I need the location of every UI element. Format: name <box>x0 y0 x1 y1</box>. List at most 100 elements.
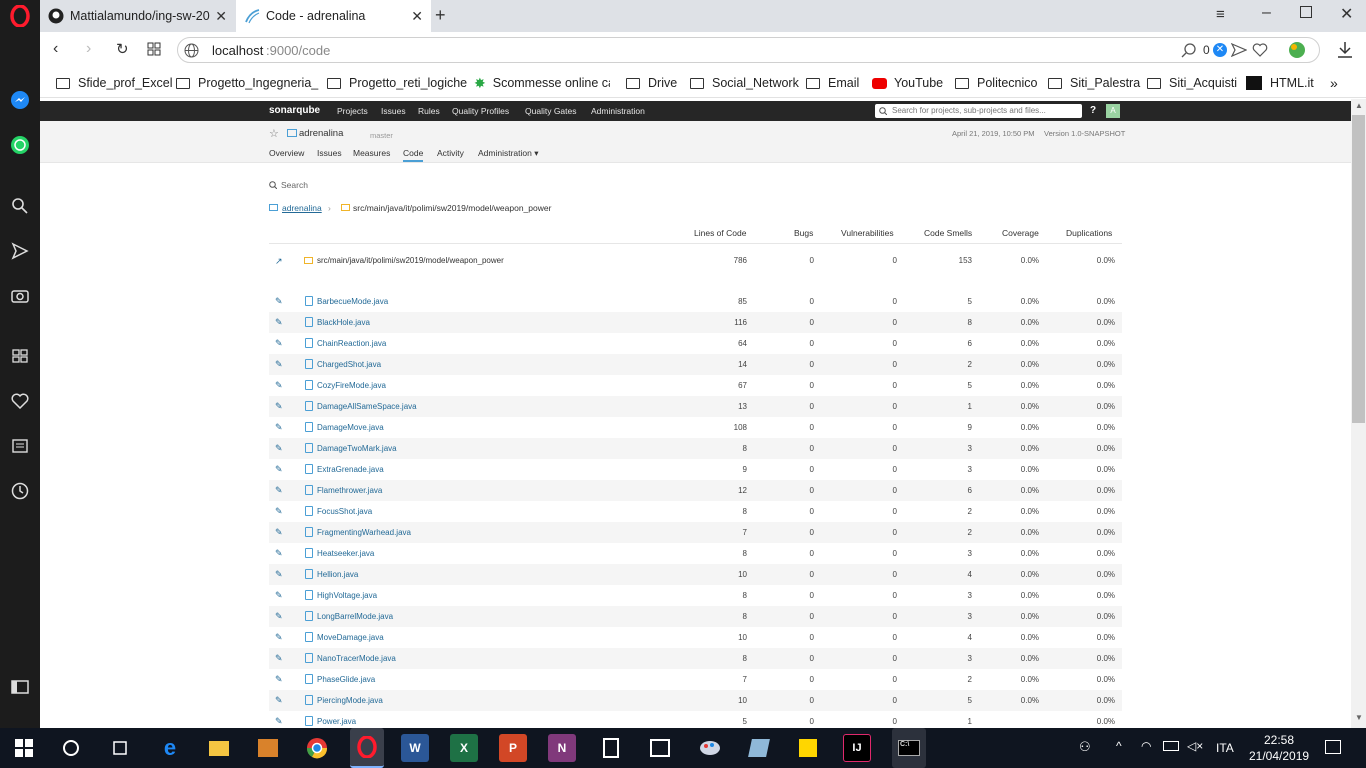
file-name-link[interactable]: BarbecueMode.java <box>317 297 388 306</box>
camera-icon[interactable] <box>8 283 32 307</box>
file-name-link[interactable]: FocusShot.java <box>317 507 372 516</box>
table-row[interactable]: ✎ Hellion.java 10 0 0 4 0.0% 0.0% <box>269 564 1122 585</box>
minimize-button[interactable]: – <box>1262 4 1271 22</box>
column-header-code-smells[interactable]: Code Smells <box>924 228 972 238</box>
cortana-icon[interactable] <box>57 734 85 762</box>
column-header-bugs[interactable]: Bugs <box>794 228 813 238</box>
nav-quality-profiles[interactable]: Quality Profiles <box>452 106 509 116</box>
file-name-link[interactable]: ChainReaction.java <box>317 339 386 348</box>
table-row[interactable]: ✎ FragmentingWarhead.java 7 0 0 2 0.0% 0.0% <box>269 522 1122 543</box>
table-row[interactable]: ✎ DamageAllSameSpace.java 13 0 0 1 0.0% 0.0% <box>269 396 1122 417</box>
tab-github[interactable]: Mattialamundo/ing-sw-20 ✕ <box>40 0 235 32</box>
excel-icon[interactable]: X <box>450 734 478 762</box>
file-explorer-icon[interactable] <box>205 734 233 762</box>
table-row[interactable]: ✎ NanoTracerMode.java 8 0 0 3 0.0% 0.0% <box>269 648 1122 669</box>
pin-icon[interactable]: ✎ <box>275 548 283 558</box>
pin-icon[interactable]: ✎ <box>275 590 283 600</box>
table-row[interactable]: ✎ LongBarrelMode.java 8 0 0 3 0.0% 0.0% <box>269 606 1122 627</box>
pin-icon[interactable]: ✎ <box>275 422 283 432</box>
windows-start-icon[interactable] <box>10 734 38 762</box>
table-row[interactable]: ✎ Flamethrower.java 12 0 0 6 0.0% 0.0% <box>269 480 1122 501</box>
table-row[interactable]: ✎ BarbecueMode.java 85 0 0 5 0.0% 0.0% <box>269 291 1122 312</box>
speed-dial-icon[interactable] <box>8 344 32 368</box>
sticky-notes-icon[interactable] <box>794 734 822 762</box>
breadcrumb-project[interactable]: adrenalina <box>282 203 322 213</box>
nav-projects[interactable]: Projects <box>337 106 368 116</box>
pin-icon[interactable]: ✎ <box>275 401 283 411</box>
battery-icon[interactable] <box>1163 741 1179 751</box>
clock-date[interactable]: 21/04/2019 <box>1249 749 1309 763</box>
task-view-icon[interactable] <box>106 734 134 762</box>
table-row[interactable]: ✎ ExtraGrenade.java 9 0 0 3 0.0% 0.0% <box>269 459 1122 480</box>
nav-rules[interactable]: Rules <box>418 106 440 116</box>
clock-time[interactable]: 22:58 <box>1264 733 1294 747</box>
file-name-link[interactable]: PhaseGlide.java <box>317 675 375 684</box>
nav-administration[interactable]: Administration <box>591 106 645 116</box>
reload-icon[interactable]: ↻ <box>116 40 129 58</box>
send-icon[interactable] <box>1231 43 1247 57</box>
pin-icon[interactable]: ✎ <box>275 359 283 369</box>
file-name-link[interactable]: Flamethrower.java <box>317 486 382 495</box>
heart-icon[interactable] <box>1252 43 1268 57</box>
pin-icon[interactable]: ✎ <box>275 317 283 327</box>
whatsapp-icon[interactable] <box>8 133 32 157</box>
file-name-link[interactable]: ExtraGrenade.java <box>317 465 384 474</box>
summary-name[interactable]: src/main/java/it/polimi/sw2019/model/wea… <box>317 256 504 265</box>
bookmark-scommesse[interactable]: ✸ Scommesse online ca <box>474 74 610 92</box>
wifi-icon[interactable]: ◠ <box>1141 739 1151 753</box>
word-icon[interactable]: W <box>401 734 429 762</box>
pin-icon[interactable]: ✎ <box>275 674 283 684</box>
file-name-link[interactable]: NanoTracerMode.java <box>317 654 396 663</box>
column-header-coverage[interactable]: Coverage <box>1002 228 1039 238</box>
favorite-star-icon[interactable]: ☆ <box>269 127 279 140</box>
file-name-link[interactable]: DamageTwoMark.java <box>317 444 397 453</box>
tab-code[interactable]: Code <box>403 148 424 162</box>
bookmark-politecnico[interactable]: Politecnico <box>955 74 1037 92</box>
file-name-link[interactable]: PiercingMode.java <box>317 696 383 705</box>
table-row[interactable]: ✎ MoveDamage.java 10 0 0 4 0.0% 0.0% <box>269 627 1122 648</box>
tray-expand-icon[interactable]: ^ <box>1116 739 1122 753</box>
table-row[interactable]: ✎ CozyFireMode.java 67 0 0 5 0.0% 0.0% <box>269 375 1122 396</box>
chrome-icon[interactable] <box>303 734 331 762</box>
table-row[interactable]: ✎ HighVoltage.java 8 0 0 3 0.0% 0.0% <box>269 585 1122 606</box>
history-icon[interactable] <box>8 479 32 503</box>
table-row[interactable]: ✎ DamageTwoMark.java 8 0 0 3 0.0% 0.0% <box>269 438 1122 459</box>
bookmark-siti-palestra[interactable]: Siti_Palestra <box>1048 74 1140 92</box>
bookmark-email[interactable]: Email <box>806 74 859 92</box>
messenger-icon[interactable] <box>8 88 32 112</box>
bookmark-sfide-prof-excel[interactable]: Sfide_prof_Excel <box>56 74 173 92</box>
pin-icon[interactable]: ✎ <box>275 464 283 474</box>
tabs-grid-icon[interactable] <box>147 42 161 61</box>
pin-icon[interactable]: ✎ <box>275 338 283 348</box>
calendar-icon[interactable] <box>646 734 674 762</box>
pin-icon[interactable]: ✎ <box>275 527 283 537</box>
table-row[interactable]: ✎ DamageMove.java 108 0 0 9 0.0% 0.0% <box>269 417 1122 438</box>
search-icon[interactable] <box>1181 42 1197 58</box>
pin-icon[interactable]: ✎ <box>275 485 283 495</box>
download-icon[interactable] <box>1337 41 1353 59</box>
file-name-link[interactable]: DamageMove.java <box>317 423 384 432</box>
sidebar-toggle-icon[interactable] <box>8 675 32 699</box>
url-field[interactable]: localhost :9000/code 0 ✕ <box>177 37 1320 63</box>
bookmark-progetto-reti-logiche[interactable]: Progetto_reti_logiche <box>327 74 467 92</box>
nav-issues[interactable]: Issues <box>381 106 406 116</box>
code-search-input[interactable]: Search <box>281 180 308 190</box>
people-icon[interactable]: ⚇ <box>1079 739 1091 755</box>
file-name-link[interactable]: FragmentingWarhead.java <box>317 528 411 537</box>
table-row[interactable]: ✎ Heatseeker.java 8 0 0 3 0.0% 0.0% <box>269 543 1122 564</box>
bookmark-htmlit[interactable]: HTML.it <box>1246 74 1314 92</box>
project-name[interactable]: adrenalina <box>299 128 343 139</box>
bookmarks-more-button[interactable]: » <box>1330 74 1338 92</box>
powerpoint-icon[interactable]: P <box>499 734 527 762</box>
news-icon[interactable] <box>8 434 32 458</box>
snipping-tool-icon[interactable] <box>745 734 773 762</box>
action-center-icon[interactable] <box>1325 740 1341 754</box>
table-row[interactable]: ✎ FocusShot.java 8 0 0 2 0.0% 0.0% <box>269 501 1122 522</box>
search-icon[interactable] <box>8 194 32 218</box>
pin-icon[interactable]: ✎ <box>275 443 283 453</box>
table-row[interactable]: ✎ ChainReaction.java 64 0 0 6 0.0% 0.0% <box>269 333 1122 354</box>
restore-button[interactable] <box>1300 6 1312 18</box>
file-name-link[interactable]: HighVoltage.java <box>317 591 377 600</box>
nav-quality-gates[interactable]: Quality Gates <box>525 106 577 116</box>
file-name-link[interactable]: ChargedShot.java <box>317 360 381 369</box>
